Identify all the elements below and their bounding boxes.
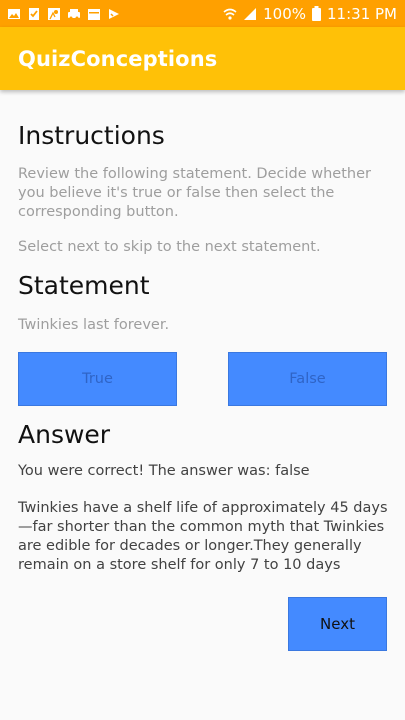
skip-instructions-text: Select next to skip to the next statemen… (18, 239, 321, 255)
signal-icon (244, 7, 257, 20)
answer-explanation: Twinkies have a shelf life of approximat… (18, 500, 388, 573)
app-title: QuizConceptions (18, 46, 218, 71)
check-icon (109, 8, 119, 19)
status-bar: 100% 11:31 PM (0, 0, 405, 27)
statement-text: Twinkies last forever. (18, 317, 170, 333)
battery-percent: 100% (263, 4, 307, 23)
calendar-icon (88, 8, 100, 20)
answer-heading: Answer (18, 420, 111, 449)
instructions-heading: Instructions (18, 121, 165, 150)
false-button[interactable]: False (228, 352, 387, 406)
image-icon (8, 8, 20, 19)
battery-icon (312, 6, 322, 21)
answer-result: You were correct! The answer was: false (18, 463, 310, 479)
statement-heading: Statement (18, 271, 150, 300)
map-pin-icon (48, 7, 60, 20)
notification-icons (7, 7, 121, 21)
wifi-icon (223, 8, 237, 20)
clock: 11:31 PM (327, 4, 397, 23)
clipboard-check-icon (29, 7, 39, 20)
system-status: 100% 11:31 PM (223, 5, 397, 23)
car-icon (68, 8, 80, 19)
instructions-text: Review the following statement. Decide w… (18, 166, 371, 220)
next-button[interactable]: Next (288, 597, 387, 651)
true-button[interactable]: True (18, 352, 177, 406)
app-bar: QuizConceptions (0, 27, 405, 90)
